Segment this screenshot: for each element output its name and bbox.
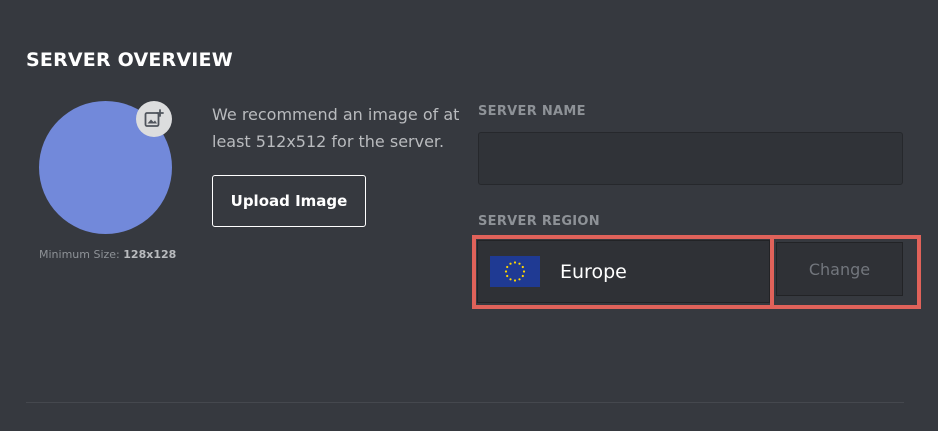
section-divider [26, 402, 904, 403]
region-highlight-divider [770, 235, 774, 309]
minimum-size-label: Minimum Size: [39, 248, 120, 261]
change-region-button[interactable]: Change [776, 242, 903, 296]
server-region-name: Europe [560, 260, 627, 283]
add-image-glyph [144, 109, 164, 127]
upload-image-button[interactable]: Upload Image [212, 175, 366, 227]
minimum-size-hint: Minimum Size: 128x128 [39, 248, 176, 261]
server-overview-page: SERVER OVERVIEW Minimum Size: 128x128 We… [0, 0, 938, 431]
image-recommendation-text: We recommend an image of at least 512x51… [212, 105, 460, 151]
server-region-display: Europe [477, 240, 770, 303]
add-image-icon[interactable] [136, 101, 172, 137]
eu-flag-icon [490, 256, 540, 287]
server-name-input[interactable] [478, 132, 903, 185]
server-region-label: SERVER REGION [478, 214, 600, 229]
server-name-label: SERVER NAME [478, 104, 586, 119]
minimum-size-value: 128x128 [123, 248, 177, 261]
page-title: SERVER OVERVIEW [26, 49, 233, 71]
